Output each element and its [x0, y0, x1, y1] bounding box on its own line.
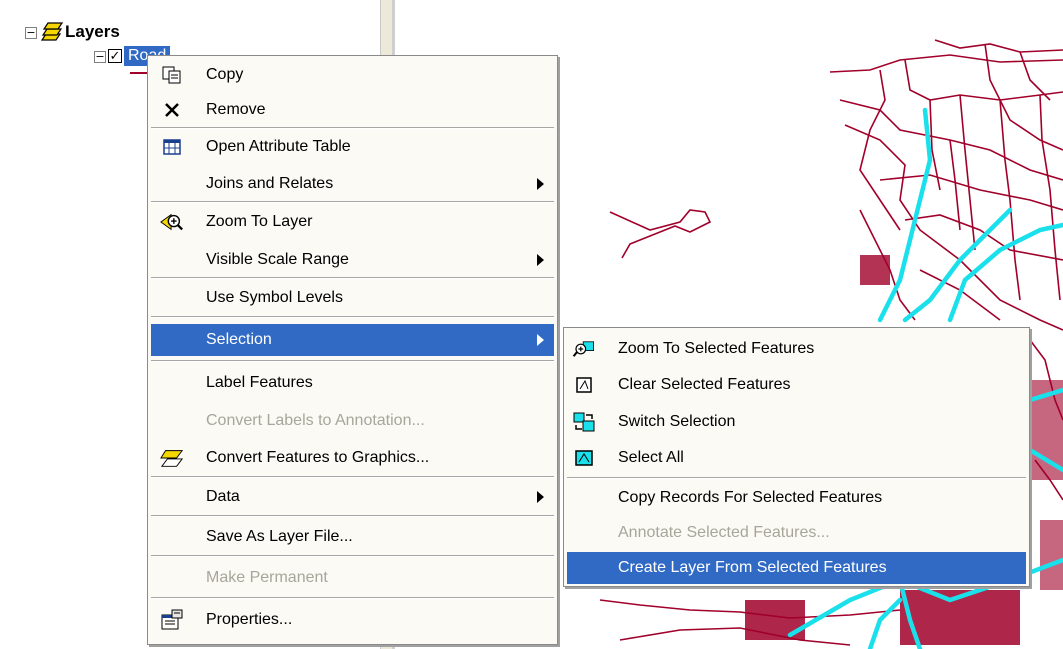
menu-item-label: Joins and Relates: [206, 175, 334, 192]
menu-item-label: Annotate Selected Features...: [618, 524, 830, 541]
properties-icon: [160, 608, 184, 632]
menu-item-label: Data: [206, 488, 240, 505]
menu-item-joins-and-relates[interactable]: Joins and Relates: [151, 168, 554, 200]
layers-root-label[interactable]: Layers: [65, 22, 120, 42]
layers-collapse-toggle[interactable]: −: [25, 27, 37, 39]
layer-context-menu: Copy Remove Open Attribute Table Joins a…: [147, 55, 558, 645]
menu-item-label: Create Layer From Selected Features: [618, 559, 887, 576]
menu-item-label: Selection: [206, 331, 272, 348]
menu-item-copy-records[interactable]: Copy Records For Selected Features: [567, 482, 1026, 514]
submenu-arrow-icon: [537, 254, 544, 266]
menu-separator: [151, 360, 554, 362]
submenu-arrow-icon: [537, 491, 544, 503]
menu-item-remove[interactable]: Remove: [151, 94, 554, 126]
menu-separator: [151, 316, 554, 318]
menu-item-label: Zoom To Layer: [206, 213, 313, 230]
menu-separator: [151, 515, 554, 517]
remove-icon: [160, 98, 184, 122]
menu-item-label: Zoom To Selected Features: [618, 340, 815, 357]
menu-item-label: Copy Records For Selected Features: [618, 489, 883, 506]
clear-selection-icon: [572, 373, 596, 397]
menu-item-copy[interactable]: Copy: [151, 59, 554, 91]
menu-item-label: Copy: [206, 66, 244, 83]
menu-separator: [151, 476, 554, 478]
table-icon: [160, 135, 184, 159]
menu-item-clear-selected-features[interactable]: Clear Selected Features: [567, 369, 1026, 401]
menu-item-use-symbol-levels[interactable]: Use Symbol Levels: [151, 282, 554, 314]
menu-item-label: Switch Selection: [618, 413, 736, 430]
selection-submenu: Zoom To Selected Features Clear Selected…: [563, 327, 1030, 587]
road-visibility-checkbox[interactable]: ✓: [108, 49, 122, 63]
menu-item-label: Convert Features to Graphics...: [206, 449, 430, 466]
menu-item-annotate-selected-features[interactable]: Annotate Selected Features...: [567, 517, 1026, 549]
menu-separator: [567, 477, 1026, 479]
menu-item-label: Properties...: [206, 611, 293, 628]
layers-group-icon: [40, 20, 64, 47]
road-collapse-toggle[interactable]: −: [94, 51, 106, 63]
menu-item-label: Remove: [206, 101, 266, 118]
menu-item-switch-selection[interactable]: Switch Selection: [567, 406, 1026, 438]
menu-item-properties[interactable]: Properties...: [151, 604, 554, 636]
menu-item-label: Label Features: [206, 374, 313, 391]
menu-item-select-all[interactable]: Select All: [567, 442, 1026, 474]
menu-item-visible-scale-range[interactable]: Visible Scale Range: [151, 244, 554, 276]
copy-icon: [160, 63, 184, 87]
menu-item-zoom-to-layer[interactable]: Zoom To Layer: [151, 206, 554, 238]
menu-item-label: Make Permanent: [206, 569, 328, 586]
menu-item-create-layer-from-selected[interactable]: Create Layer From Selected Features: [567, 552, 1026, 584]
menu-item-label: Clear Selected Features: [618, 376, 791, 393]
convert-graphics-icon: [160, 446, 184, 470]
menu-item-label: Use Symbol Levels: [206, 289, 343, 306]
zoom-selected-icon: [572, 337, 596, 361]
menu-item-make-permanent[interactable]: Make Permanent: [151, 562, 554, 594]
menu-item-label: Convert Labels to Annotation...: [206, 412, 425, 429]
zoom-to-layer-icon: [160, 210, 184, 234]
menu-item-label: Select All: [618, 449, 684, 466]
menu-item-label: Visible Scale Range: [206, 251, 349, 268]
menu-item-label: Save As Layer File...: [206, 528, 353, 545]
menu-item-convert-labels-to-annotation[interactable]: Convert Labels to Annotation...: [151, 405, 554, 437]
menu-item-open-attribute-table[interactable]: Open Attribute Table: [151, 131, 554, 163]
switch-selection-icon: [572, 410, 596, 434]
menu-item-label: Open Attribute Table: [206, 138, 351, 155]
menu-item-data[interactable]: Data: [151, 481, 554, 513]
menu-item-save-as-layer-file[interactable]: Save As Layer File...: [151, 521, 554, 553]
submenu-arrow-icon: [537, 178, 544, 190]
menu-separator: [151, 597, 554, 599]
menu-item-convert-features-to-graphics[interactable]: Convert Features to Graphics...: [151, 442, 554, 474]
submenu-arrow-icon: [537, 334, 544, 346]
menu-separator: [151, 277, 554, 279]
menu-item-selection[interactable]: Selection: [151, 324, 554, 356]
menu-separator: [151, 555, 554, 557]
select-all-icon: [572, 446, 596, 470]
menu-item-zoom-to-selected-features[interactable]: Zoom To Selected Features: [567, 333, 1026, 365]
menu-separator: [151, 201, 554, 203]
menu-item-label-features[interactable]: Label Features: [151, 367, 554, 399]
menu-separator: [151, 127, 554, 129]
